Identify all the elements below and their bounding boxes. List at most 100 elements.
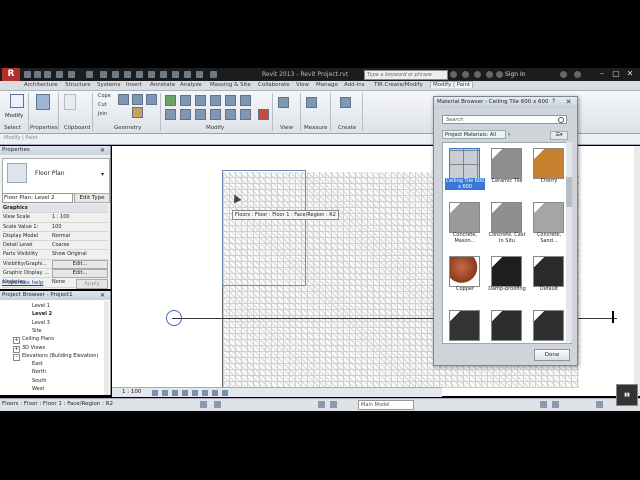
tree-item[interactable]: East	[32, 361, 43, 367]
tab-structure[interactable]: Structure	[65, 82, 91, 88]
edit-type-button[interactable]: Edit Type	[74, 193, 110, 203]
save-icon[interactable]	[34, 71, 41, 78]
text-icon[interactable]	[136, 71, 143, 78]
tab-modify-paint[interactable]: Modify | Paint	[430, 81, 474, 88]
close-icon[interactable]: ✕	[100, 292, 105, 299]
mirror-draw-icon[interactable]	[210, 95, 221, 106]
detail-level-icon[interactable]	[152, 390, 158, 396]
temporary-hide-icon[interactable]	[212, 390, 218, 396]
done-button[interactable]: Done	[534, 349, 570, 361]
measure-icon[interactable]	[100, 71, 107, 78]
maximize-button[interactable]: ▢	[610, 69, 622, 79]
sync-icon[interactable]	[44, 71, 51, 78]
tree-expander-icon[interactable]: +	[13, 337, 20, 345]
split-face-icon[interactable]	[146, 94, 157, 105]
material-search-input[interactable]: Search	[442, 115, 567, 124]
worksets-icon[interactable]	[200, 401, 207, 408]
material-tile[interactable]: Default	[529, 253, 569, 307]
application-menu-button[interactable]: R	[2, 68, 20, 81]
offset-icon[interactable]	[180, 95, 191, 106]
property-value[interactable]: Normal	[52, 232, 70, 240]
property-value[interactable]: Show Original	[52, 250, 87, 258]
tab-analyze[interactable]: Analyze	[180, 82, 202, 88]
open-icon[interactable]	[24, 71, 31, 78]
close-icon[interactable]: ✕	[564, 98, 573, 106]
crop-view-icon[interactable]	[192, 390, 198, 396]
modify-tool-label[interactable]: Modify	[5, 113, 23, 119]
measure-icon-tool[interactable]	[306, 97, 317, 108]
section-head-icon[interactable]	[166, 310, 182, 326]
modify-cursor-icon[interactable]	[10, 94, 24, 108]
panel-select[interactable]: Select	[4, 125, 21, 131]
shadows-icon[interactable]	[182, 390, 188, 396]
tag-icon[interactable]	[124, 71, 131, 78]
material-filter-breadcrumb[interactable]: Project Materials: All	[442, 130, 506, 139]
tab-collaborate[interactable]: Collaborate	[258, 82, 290, 88]
tree-item[interactable]: South	[32, 378, 47, 384]
copy-icon[interactable]	[180, 109, 191, 120]
property-value[interactable]: Coarse	[52, 241, 69, 249]
close-icon[interactable]: ✕	[100, 147, 105, 154]
communication-icon[interactable]	[474, 71, 481, 78]
trim-icon[interactable]	[210, 109, 221, 120]
tree-item[interactable]: West	[32, 386, 44, 392]
create-similar-icon[interactable]	[340, 97, 351, 108]
type-selector[interactable]: Floor Plan ▾	[2, 158, 110, 194]
visual-style-icon[interactable]	[162, 390, 168, 396]
instance-filter-select[interactable]: Floor Plan: Level 2	[2, 193, 73, 203]
scrollbar-thumb[interactable]	[566, 177, 572, 207]
tree-expander-icon[interactable]: +	[13, 345, 20, 353]
align-icon[interactable]	[165, 95, 176, 106]
tab-systems[interactable]: Systems	[97, 82, 120, 88]
tree-item[interactable]: North	[32, 369, 46, 375]
scale-icon[interactable]	[240, 95, 251, 106]
tree-item[interactable]: Site	[32, 328, 42, 334]
tree-item[interactable]: Ceiling Plans	[22, 336, 54, 342]
move-icon[interactable]	[165, 109, 176, 120]
tab-massing-site[interactable]: Massing & Site	[210, 82, 251, 88]
tree-item[interactable]: Level 3	[32, 320, 50, 326]
property-edit-button[interactable]: Edit...	[52, 259, 108, 269]
array-icon[interactable]	[225, 109, 236, 120]
material-tile[interactable]: Concrete, Cast In Situ	[487, 199, 527, 253]
material-tile[interactable]	[529, 307, 569, 343]
cut-geometry-icon[interactable]	[118, 94, 129, 105]
properties-help-link[interactable]: Properties help	[2, 280, 43, 286]
cope-button[interactable]: Cope	[98, 93, 111, 99]
property-value[interactable]: 1 : 100	[52, 213, 70, 221]
property-edit-button[interactable]: Edit...	[52, 269, 108, 279]
paint-icon[interactable]	[132, 107, 143, 118]
switch-windows-icon[interactable]	[196, 71, 203, 78]
tab-add-ins[interactable]: Add-Ins	[344, 82, 365, 88]
sign-in-link[interactable]: Sign In	[505, 71, 526, 78]
tree-item[interactable]: Level 1	[32, 303, 50, 309]
split-icon[interactable]	[225, 95, 236, 106]
material-tile[interactable]: Ceiling Tile 600 x 600	[445, 145, 485, 199]
select-links-icon[interactable]	[540, 401, 547, 408]
minimize-button[interactable]: –	[596, 69, 608, 79]
reveal-hidden-icon[interactable]	[222, 390, 228, 396]
search-icon[interactable]	[450, 71, 457, 78]
join-button[interactable]: Join	[98, 111, 107, 117]
pin-icon[interactable]	[240, 109, 251, 120]
user-icon[interactable]	[496, 71, 503, 78]
material-tile[interactable]: Damp-proofing	[487, 253, 527, 307]
material-tile[interactable]	[487, 307, 527, 343]
search-icon[interactable]	[558, 117, 564, 123]
property-value[interactable]: None	[52, 278, 65, 286]
tab-annotate[interactable]: Annotate	[150, 82, 175, 88]
filter-icon[interactable]	[318, 401, 325, 408]
selected-face-region[interactable]	[222, 170, 306, 286]
tree-item[interactable]: Level 2	[32, 311, 52, 317]
tree-item[interactable]: Elevations (Building Elevation)	[22, 353, 98, 359]
paste-icon[interactable]	[64, 94, 76, 110]
view-hide-icon[interactable]	[278, 97, 289, 108]
3d-view-icon[interactable]	[148, 71, 155, 78]
model-select[interactable]: Main Model	[358, 400, 414, 410]
view-options-icon[interactable]: ☰▾	[550, 131, 568, 140]
close-hidden-icon[interactable]	[184, 71, 191, 78]
material-tile[interactable]: Concrete, Mason...	[445, 199, 485, 253]
browser-scrollbar[interactable]	[104, 301, 109, 395]
redo-icon[interactable]	[68, 71, 75, 78]
undo-icon[interactable]	[56, 71, 63, 78]
